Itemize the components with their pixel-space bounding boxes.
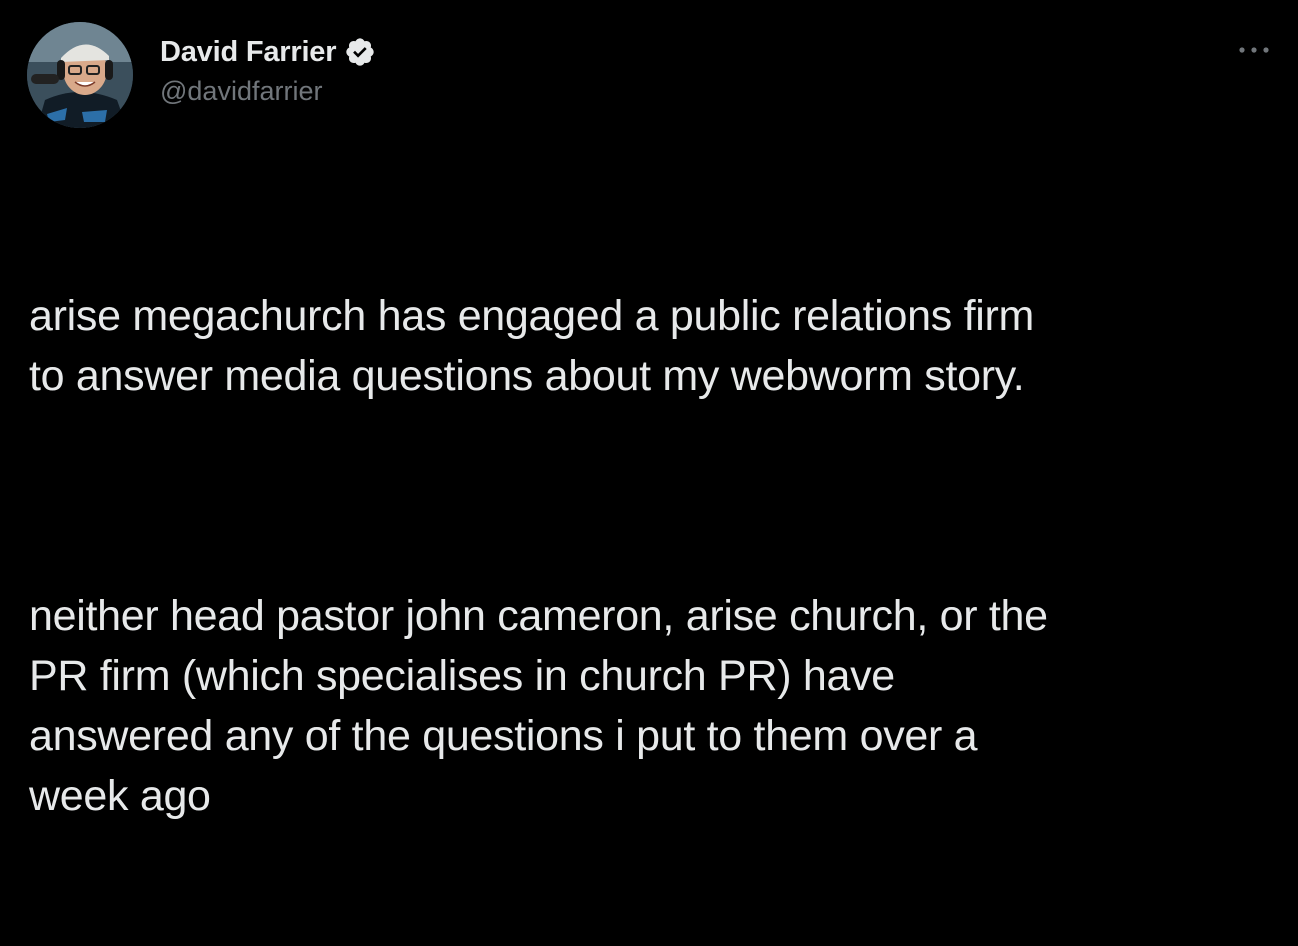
verified-badge-icon [346, 38, 374, 66]
user-handle[interactable]: @davidfarrier [160, 76, 376, 107]
tweet-card: David Farrier @davidfarrier arise megach… [0, 0, 1298, 820]
tweet-header: David Farrier @davidfarrier [160, 32, 376, 107]
tweet-paragraph-2: neither head pastor john cameron, arise … [29, 592, 1048, 820]
avatar[interactable] [27, 22, 133, 128]
tweet-text: arise megachurch has engaged a public re… [29, 166, 1279, 946]
name-row: David Farrier [160, 32, 376, 72]
display-name[interactable]: David Farrier [160, 36, 337, 69]
more-options-icon[interactable] [1236, 40, 1272, 60]
tweet-paragraph-1: arise megachurch has engaged a public re… [29, 292, 1035, 400]
avatar-photo [27, 22, 133, 128]
